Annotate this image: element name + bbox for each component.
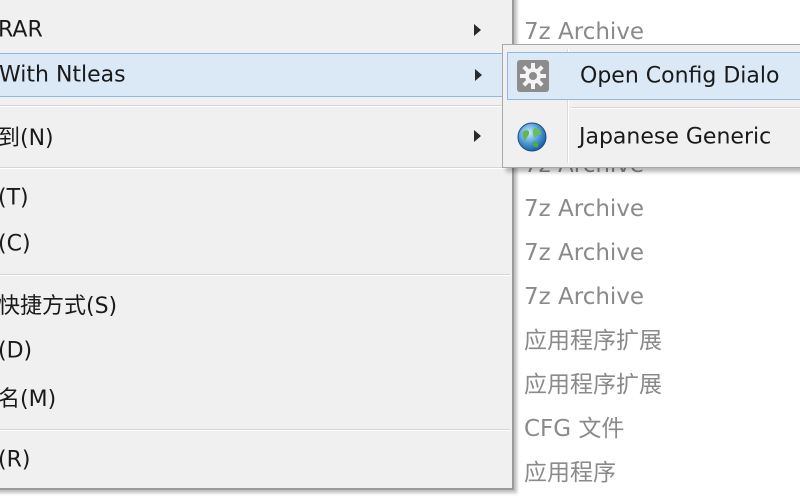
- menu-separator: [0, 274, 510, 276]
- menu-item-label: (R): [0, 447, 31, 473]
- file-type-cell: CFG 文件: [524, 416, 625, 442]
- submenu-item-label: Open Config Dialo: [580, 63, 780, 89]
- menu-item-label: RAR: [0, 17, 43, 43]
- menu-item-send-to[interactable]: 到(N): [0, 114, 512, 158]
- submenu-separator: [571, 107, 800, 109]
- menu-separator: [0, 429, 510, 431]
- menu-item-delete[interactable]: (D): [0, 329, 512, 373]
- menu-item-run-with-ntleas[interactable]: With Ntleas: [0, 53, 512, 97]
- menu-item-label: (T): [0, 185, 29, 211]
- menu-separator: [0, 167, 510, 169]
- submenu-item-japanese-generic[interactable]: Japanese Generic: [507, 113, 800, 161]
- submenu-arrow-icon: [474, 130, 481, 142]
- file-type-cell: 7z Archive: [524, 284, 645, 310]
- menu-item-cut[interactable]: (T): [0, 176, 512, 220]
- file-type-cell: 应用程序扩展: [524, 372, 662, 398]
- menu-item-label: 快捷方式(S): [0, 294, 118, 319]
- menu-item-label: (D): [0, 338, 33, 364]
- submenu-arrow-icon: [474, 24, 481, 36]
- file-type-cell: 应用程序: [524, 460, 616, 486]
- menu-item-label: (C): [0, 231, 31, 257]
- submenu-item-open-config-dialog[interactable]: Open Config Dialo: [507, 52, 800, 100]
- globe-icon: [515, 120, 549, 154]
- menu-separator: [0, 105, 510, 107]
- file-type-cell: 7z Archive: [524, 196, 645, 222]
- desktop-stage: 7z Archive 7z Archive 7z Archive 7z Arch…: [0, 0, 800, 500]
- menu-item-label: With Ntleas: [0, 62, 126, 88]
- menu-item-rename[interactable]: 名(M): [0, 375, 512, 419]
- menu-item-label: 到(N): [0, 126, 54, 151]
- menu-item-create-shortcut[interactable]: 快捷方式(S): [0, 282, 512, 326]
- context-menu: RAR With Ntleas 到(N) (T) (C) 快捷方式(S) (D)…: [0, 0, 514, 490]
- file-type-cell: 7z Archive: [524, 240, 645, 266]
- submenu-item-label: Japanese Generic: [579, 124, 772, 150]
- file-type-cell: 应用程序扩展: [524, 328, 662, 354]
- menu-item-rar[interactable]: RAR: [0, 8, 512, 52]
- file-type-cell: 7z Archive: [524, 19, 645, 45]
- gear-icon: [516, 59, 550, 93]
- menu-item-copy[interactable]: (C): [0, 222, 512, 266]
- submenu-arrow-icon: [475, 69, 482, 81]
- ntleas-submenu: Open Config Dialo Japanese Generic: [502, 44, 800, 168]
- menu-item-properties[interactable]: (R): [0, 438, 512, 482]
- menu-item-label: 名(M): [0, 387, 57, 412]
